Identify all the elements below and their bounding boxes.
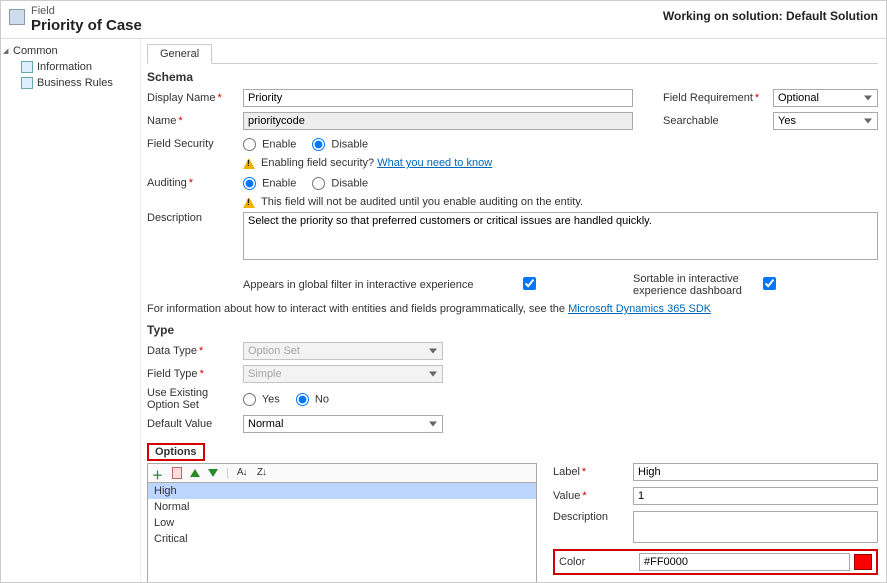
tab-general[interactable]: General: [147, 44, 212, 64]
input-option-color[interactable]: [639, 553, 850, 571]
label-searchable: Searchable: [663, 115, 773, 127]
label-description: Description: [147, 212, 243, 224]
body: Common Information Business Rules Genera…: [1, 39, 886, 582]
textarea-description[interactable]: [243, 212, 878, 260]
checkbox-global-filter[interactable]: [523, 277, 536, 290]
select-field-type: Simple: [243, 365, 443, 383]
list-item[interactable]: Critical: [148, 531, 536, 547]
sidebar-heading[interactable]: Common: [3, 43, 138, 59]
radio-auditing-enable[interactable]: Enable: [243, 177, 296, 190]
solution-prefix: Working on solution:: [663, 9, 783, 23]
label-field-security: Field Security: [147, 138, 243, 150]
solution-indicator: Working on solution: Default Solution: [663, 5, 878, 23]
sidebar-item-information[interactable]: Information: [3, 59, 138, 75]
textarea-option-description[interactable]: [633, 511, 878, 543]
solution-name: Default Solution: [786, 9, 878, 23]
section-type: Type: [147, 323, 878, 337]
select-data-type: Option Set: [243, 342, 443, 360]
link-sdk[interactable]: Microsoft Dynamics 365 SDK: [568, 303, 711, 315]
radio-existing-yes[interactable]: Yes: [243, 393, 280, 406]
info-icon: [21, 61, 33, 73]
warning-text: Enabling field security?: [261, 157, 374, 169]
sdk-info: For information about how to interact wi…: [147, 303, 878, 315]
input-name: [243, 112, 633, 130]
sort-asc-icon[interactable]: A↓: [237, 467, 249, 479]
label-option-color: Color: [559, 556, 639, 568]
header-supertitle: Field: [31, 5, 663, 17]
color-swatch[interactable]: [854, 554, 872, 570]
input-option-value[interactable]: [633, 487, 878, 505]
select-field-requirement[interactable]: Optional: [773, 89, 878, 107]
radio-auditing-disable[interactable]: Disable: [312, 177, 368, 190]
radio-auditing: Enable Disable: [243, 177, 633, 190]
label-use-existing: Use Existing Option Set: [147, 387, 243, 411]
label-display-name: Display Name*: [147, 92, 243, 104]
sidebar-item-label: Information: [37, 61, 92, 73]
list-item[interactable]: Normal: [148, 499, 536, 515]
section-options: Options: [147, 443, 205, 461]
list-item[interactable]: High: [148, 483, 536, 499]
entity-icon: [9, 9, 25, 25]
rules-icon: [21, 77, 33, 89]
move-up-icon[interactable]: [190, 469, 200, 477]
warning-icon: [243, 197, 255, 208]
label-option-label: Label*: [553, 466, 633, 478]
radio-existing-no[interactable]: No: [296, 393, 329, 406]
list-item[interactable]: Low: [148, 515, 536, 531]
page-title: Priority of Case: [31, 17, 663, 34]
label-field-type: Field Type*: [147, 368, 243, 380]
link-security-info[interactable]: What you need to know: [377, 157, 492, 169]
label-default-value: Default Value: [147, 418, 243, 430]
select-default-value[interactable]: Normal: [243, 415, 443, 433]
radio-security-disable[interactable]: Disable: [312, 138, 368, 151]
label-field-requirement: Field Requirement*: [663, 92, 773, 104]
warning-field-security: Enabling field security? What you need t…: [243, 157, 878, 169]
color-row: Color: [553, 549, 878, 575]
label-sortable: Sortable in interactive experience dashb…: [633, 273, 763, 297]
label-global-filter: Appears in global filter in interactive …: [243, 279, 523, 291]
move-down-icon[interactable]: [208, 469, 218, 477]
options-list-panel: ＋ | A↓ Z↓ HighNormalLowCritical: [147, 463, 537, 582]
main-panel: General Schema Display Name* Field Requi…: [141, 39, 886, 582]
app-root: Field Priority of Case Working on soluti…: [0, 0, 887, 583]
options-toolbar: ＋ | A↓ Z↓: [147, 463, 537, 482]
label-name: Name*: [147, 115, 243, 127]
option-detail-panel: Label* Value* Description Color: [553, 463, 878, 582]
warning-text: This field will not be audited until you…: [261, 196, 583, 208]
header-titles: Field Priority of Case: [31, 5, 663, 34]
label-data-type: Data Type*: [147, 345, 243, 357]
warning-icon: [243, 158, 255, 169]
sort-desc-icon[interactable]: Z↓: [257, 467, 269, 479]
options-listbox[interactable]: HighNormalLowCritical: [147, 482, 537, 582]
section-schema: Schema: [147, 70, 878, 84]
select-searchable[interactable]: Yes: [773, 112, 878, 130]
radio-use-existing: Yes No: [243, 393, 633, 406]
checkbox-sortable[interactable]: [763, 277, 776, 290]
radio-field-security: Enable Disable: [243, 138, 633, 151]
label-auditing: Auditing*: [147, 177, 243, 189]
sidebar: Common Information Business Rules: [1, 39, 141, 582]
tab-strip: General: [147, 43, 878, 64]
radio-security-enable[interactable]: Enable: [243, 138, 296, 151]
input-display-name[interactable]: [243, 89, 633, 107]
input-option-label[interactable]: [633, 463, 878, 481]
sidebar-item-business-rules[interactable]: Business Rules: [3, 75, 138, 91]
warning-auditing: This field will not be audited until you…: [243, 196, 878, 208]
page-header: Field Priority of Case Working on soluti…: [1, 1, 886, 39]
add-option-icon[interactable]: ＋: [152, 467, 164, 479]
delete-option-icon[interactable]: [172, 467, 182, 479]
sidebar-item-label: Business Rules: [37, 77, 113, 89]
label-option-value: Value*: [553, 490, 633, 502]
label-option-description: Description: [553, 511, 633, 523]
